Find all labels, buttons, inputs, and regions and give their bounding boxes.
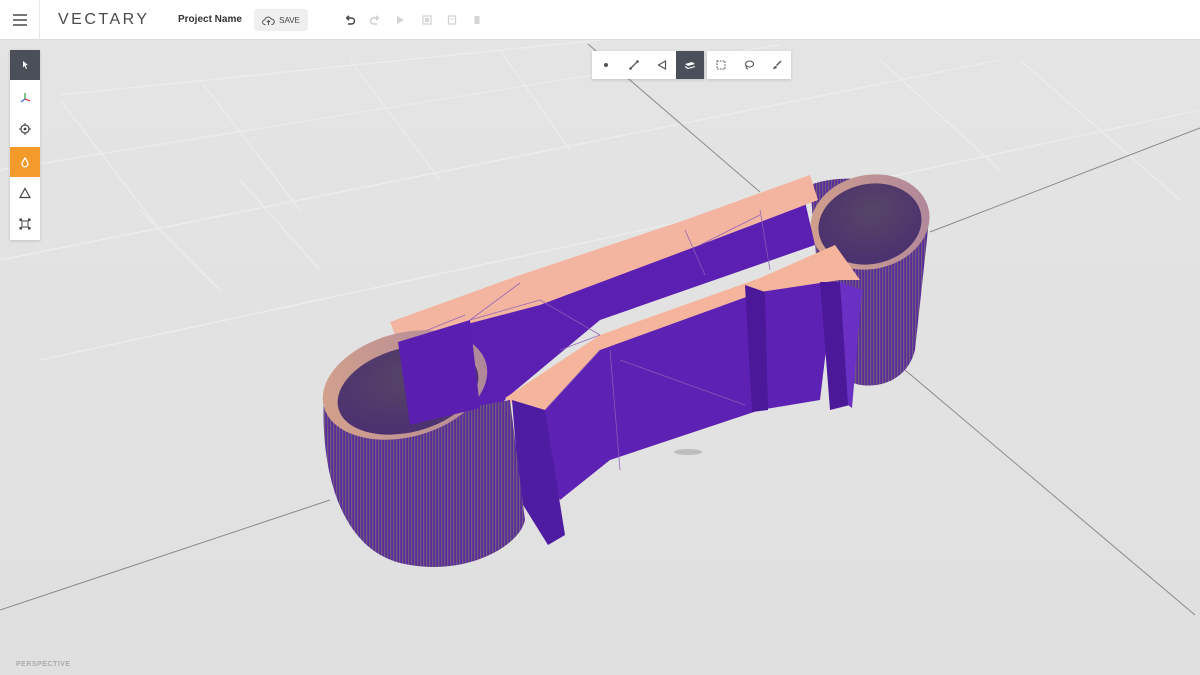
transform-tool-button[interactable] bbox=[10, 83, 40, 113]
polygon-tool-button[interactable] bbox=[10, 178, 40, 208]
export-icon[interactable] bbox=[420, 13, 434, 27]
cloud-upload-icon bbox=[262, 16, 275, 25]
material-tool-button[interactable] bbox=[10, 147, 40, 177]
project-name[interactable]: Project Name bbox=[178, 14, 242, 25]
face-mode-button[interactable] bbox=[648, 51, 676, 79]
bounds-tool-button[interactable] bbox=[10, 209, 40, 239]
play-icon[interactable] bbox=[393, 13, 407, 27]
top-bar: VECTARY Project Name SAVE bbox=[0, 0, 1200, 40]
paint-select-button[interactable] bbox=[763, 51, 791, 79]
box-select-button[interactable] bbox=[707, 51, 735, 79]
triangle-icon bbox=[18, 187, 32, 199]
3d-viewport[interactable] bbox=[0, 40, 1200, 675]
hamburger-menu-button[interactable] bbox=[0, 0, 40, 40]
delete-icon[interactable] bbox=[470, 13, 484, 27]
camera-label[interactable]: PERSPECTIVE bbox=[16, 661, 71, 668]
bounding-box-icon bbox=[19, 218, 31, 230]
selection-mode-group bbox=[592, 51, 704, 79]
dot-icon bbox=[604, 63, 608, 67]
menu-line bbox=[12, 24, 27, 26]
select-tool-button[interactable] bbox=[10, 50, 40, 80]
left-toolbar bbox=[10, 50, 40, 240]
menu-line bbox=[12, 14, 27, 16]
edge-mode-button[interactable] bbox=[620, 51, 648, 79]
pivot-tool-button[interactable] bbox=[10, 114, 40, 144]
contact-shadow bbox=[674, 449, 702, 455]
cursor-arrow-icon bbox=[23, 61, 28, 69]
target-icon bbox=[19, 123, 31, 135]
viewport-scene[interactable] bbox=[0, 40, 1200, 675]
layers-icon bbox=[684, 62, 696, 70]
vertex-mode-button[interactable] bbox=[592, 51, 620, 79]
brush-icon bbox=[773, 60, 782, 69]
copy-icon[interactable] bbox=[445, 13, 459, 27]
save-label: SAVE bbox=[279, 15, 300, 25]
edge-icon bbox=[629, 60, 639, 70]
save-button[interactable]: SAVE bbox=[254, 9, 308, 31]
dashed-rect-icon bbox=[716, 60, 726, 70]
app-logo[interactable]: VECTARY bbox=[58, 11, 150, 29]
drop-icon bbox=[21, 156, 29, 168]
selection-tool-group bbox=[707, 51, 791, 79]
selection-toolbar bbox=[592, 51, 794, 79]
axis-gizmo-icon bbox=[20, 93, 31, 103]
object-mode-button[interactable] bbox=[676, 51, 704, 79]
triangle-outline-icon bbox=[657, 59, 667, 71]
lasso-icon bbox=[744, 60, 755, 70]
redo-icon[interactable] bbox=[368, 13, 382, 27]
undo-icon[interactable] bbox=[343, 13, 357, 27]
lasso-select-button[interactable] bbox=[735, 51, 763, 79]
menu-line bbox=[12, 19, 27, 21]
